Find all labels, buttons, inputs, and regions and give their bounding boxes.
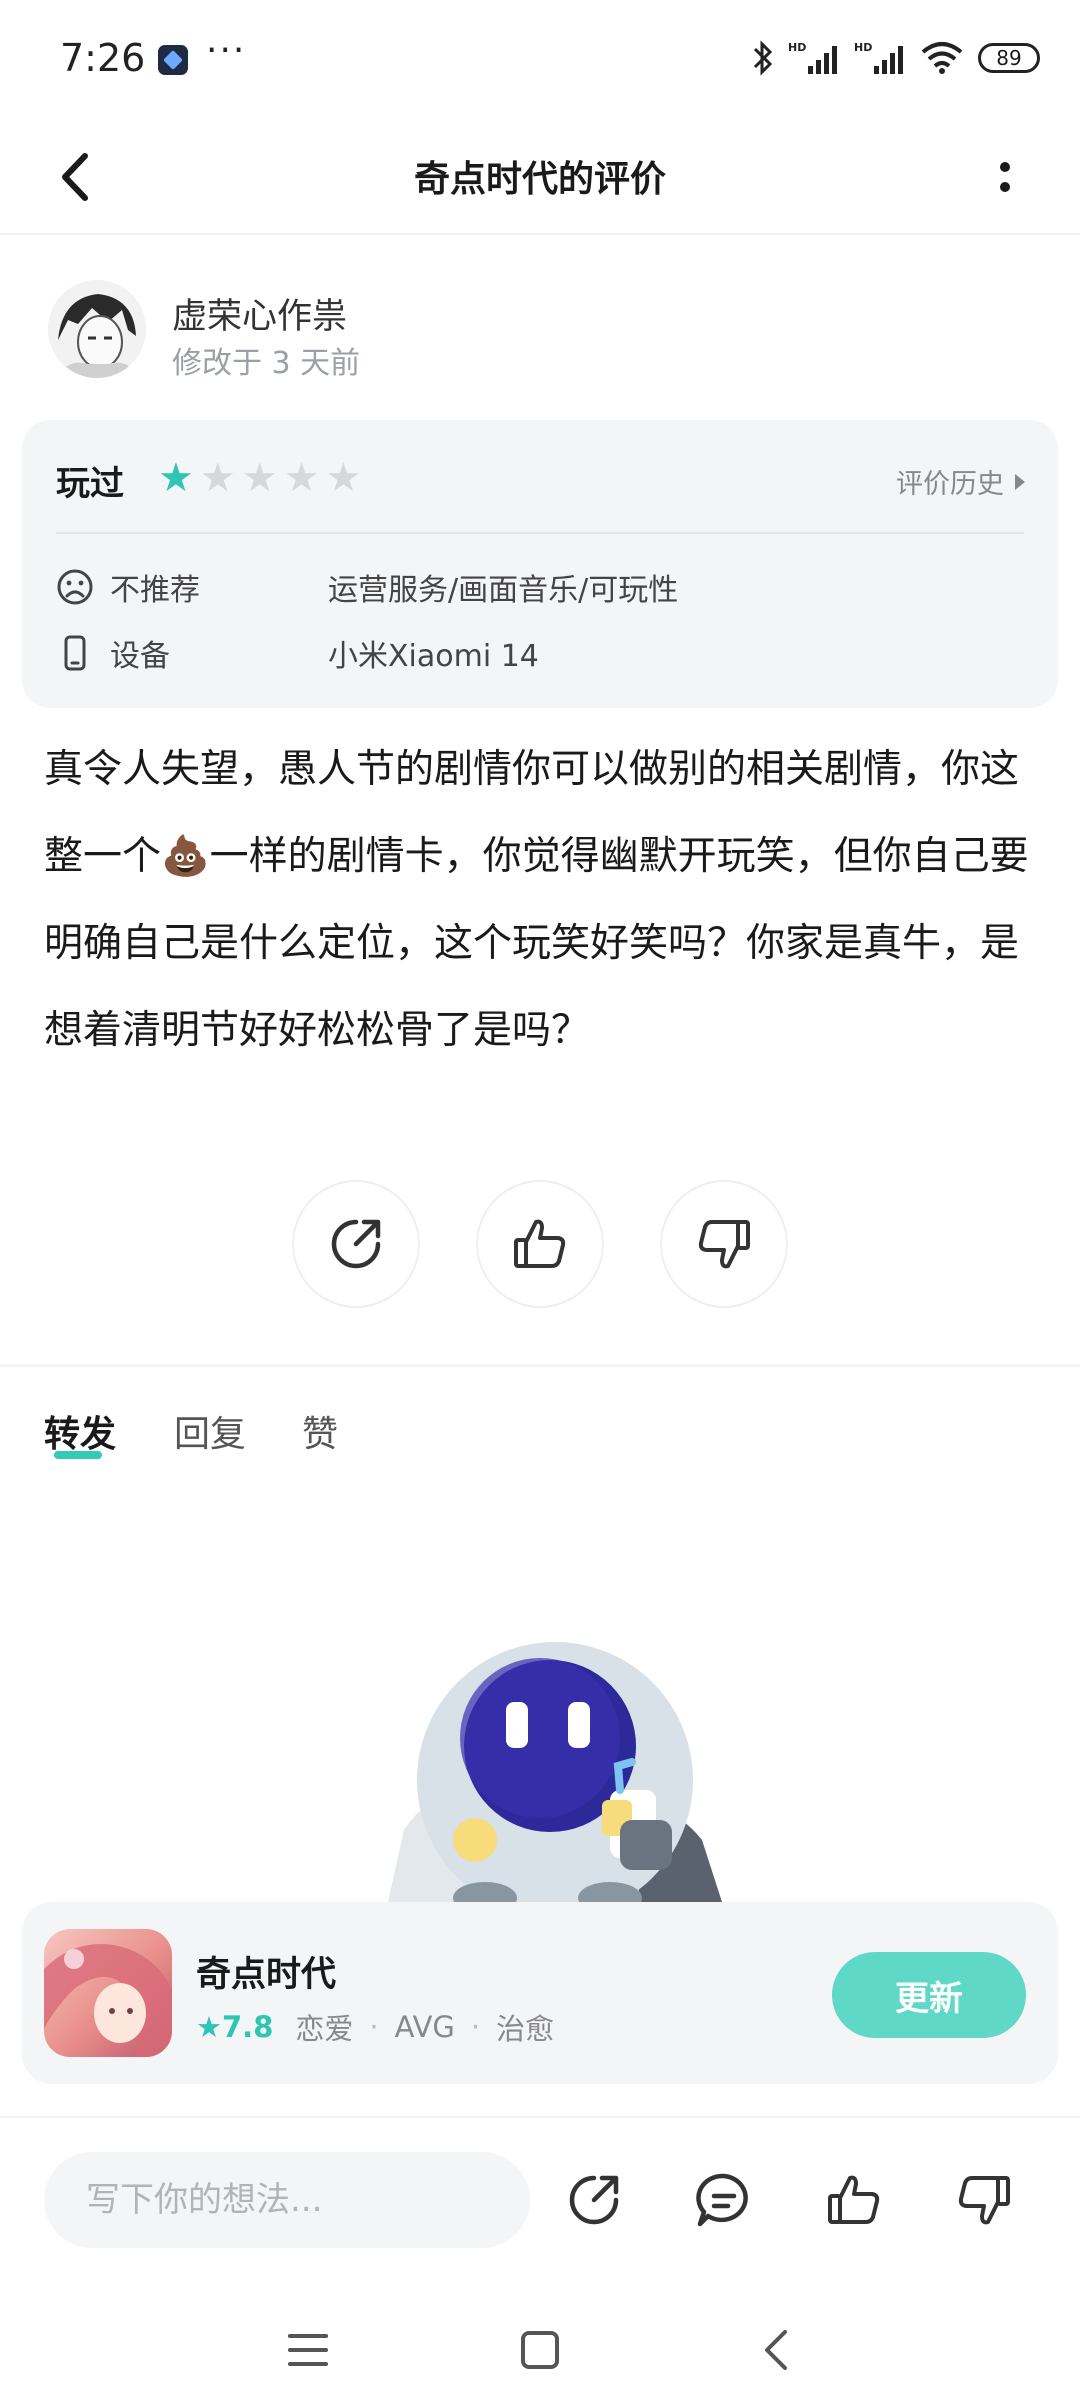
- recommend-label: 不推荐: [110, 573, 200, 608]
- phone-icon: [64, 635, 86, 671]
- star-icon: ★: [241, 455, 278, 501]
- avatar[interactable]: [48, 280, 146, 378]
- wifi-icon: [921, 42, 963, 74]
- thumbs-down-icon: [958, 2176, 1010, 2225]
- played-label: 玩过: [56, 464, 124, 504]
- edited-time: 修改于 3 天前: [172, 346, 361, 381]
- tab-indicator: [54, 1451, 102, 1459]
- app-icon[interactable]: [44, 1929, 172, 2057]
- battery-level: 89: [996, 46, 1022, 70]
- star-icon: ★: [196, 2010, 222, 2044]
- bluetooth-icon: [753, 40, 773, 76]
- more-options-button[interactable]: [970, 142, 1040, 212]
- device-value: 小米Xiaomi 14: [328, 639, 539, 674]
- update-button[interactable]: 更新: [832, 1952, 1026, 2038]
- app-tag: 恋爱: [295, 2012, 354, 2046]
- battery-icon: 89: [978, 43, 1040, 73]
- star-rating: ★ ★ ★ ★ ★: [158, 458, 361, 498]
- star-icon: ★: [283, 455, 320, 501]
- more-vertical-icon: [1000, 162, 1010, 192]
- divider: [56, 532, 1024, 534]
- separator-dot: ·: [470, 2010, 481, 2044]
- thumbs-down-icon: [698, 1220, 750, 1269]
- app-score: ★7.8: [196, 2010, 273, 2044]
- comment-icon: [696, 2173, 748, 2227]
- sad-face-icon: [57, 569, 93, 605]
- dislike-button[interactable]: [660, 1180, 788, 1308]
- thumbs-up-icon: [828, 2175, 880, 2224]
- star-icon: ★: [325, 455, 362, 501]
- page-title: 奇点时代的评价: [413, 159, 666, 200]
- star-icon: ★: [158, 455, 194, 501]
- app-tag: AVG: [394, 2010, 455, 2044]
- empty-state-mascot: [370, 1640, 740, 1902]
- system-back-button[interactable]: [736, 2310, 816, 2390]
- separator-dot: ·: [369, 2010, 379, 2044]
- signal-hd-icon: HD: [788, 41, 837, 74]
- bottom-dislike-button[interactable]: [944, 2160, 1024, 2240]
- app-tag: 治愈: [496, 2012, 555, 2046]
- app-name[interactable]: 奇点时代: [196, 1946, 336, 1997]
- recommend-reasons: 运营服务/画面音乐/可玩性: [328, 573, 679, 608]
- menu-icon: [288, 2334, 328, 2366]
- square-icon: [521, 2331, 559, 2369]
- svg-text:HD: HD: [788, 41, 806, 54]
- signal-hd-icon: HD: [854, 41, 903, 74]
- review-actions: [0, 1180, 1080, 1310]
- device-row: 设备 小米Xiaomi 14: [56, 630, 539, 676]
- system-nav-bar: [0, 2290, 1080, 2390]
- tab-like[interactable]: 赞: [302, 1405, 338, 1457]
- star-icon: ★: [199, 455, 236, 501]
- share-icon: [569, 2175, 619, 2225]
- poop-emoji: 💩: [161, 834, 210, 879]
- comment-input[interactable]: [44, 2152, 530, 2248]
- share-icon: [331, 1219, 381, 1269]
- app-card[interactable]: 奇点时代 ★7.8 恋爱 · AVG · 治愈 更新: [22, 1902, 1058, 2084]
- author-name[interactable]: 虚荣心作祟: [172, 288, 347, 339]
- status-bar: 7:26 ··· HD HD 89: [0, 0, 1080, 120]
- tab-repost[interactable]: 转发: [44, 1405, 117, 1459]
- status-time: 7:26: [60, 36, 146, 80]
- like-button[interactable]: [476, 1180, 604, 1308]
- recommend-row: 不推荐 运营服务/画面音乐/可玩性: [56, 564, 678, 610]
- bottom-like-button[interactable]: [814, 2160, 894, 2240]
- bottom-comment-button[interactable]: [684, 2160, 764, 2240]
- chevron-left-icon: [765, 2330, 787, 2370]
- share-button[interactable]: [292, 1180, 420, 1308]
- rating-card: 玩过 ★ ★ ★ ★ ★ 评价历史 不推荐 运营服务/画面音乐/可玩性 设备 小…: [22, 420, 1058, 708]
- rating-history-link[interactable]: 评价历史: [896, 462, 1026, 501]
- svg-text:HD: HD: [854, 41, 872, 54]
- home-button[interactable]: [500, 2310, 580, 2390]
- app-score-value: 7.8: [222, 2010, 274, 2044]
- section-divider: [0, 1364, 1080, 1367]
- status-icons: HD HD 89: [752, 36, 1040, 80]
- tab-like-label: 赞: [302, 1414, 339, 1455]
- device-label: 设备: [110, 639, 170, 674]
- thumbs-up-icon: [514, 1219, 566, 1268]
- status-more-dots: ···: [206, 30, 247, 71]
- bottom-action-bar: [0, 2116, 1080, 2276]
- bottom-share-button[interactable]: [554, 2160, 634, 2240]
- telegram-icon: [158, 45, 188, 75]
- tab-reply-label: 回复: [174, 1414, 247, 1455]
- rating-history-label: 评价历史: [896, 469, 1004, 500]
- caret-right-icon: [1015, 473, 1025, 490]
- recent-apps-button[interactable]: [268, 2310, 348, 2390]
- app-meta: ★7.8 恋爱 · AVG · 治愈: [196, 2006, 554, 2048]
- tab-reply[interactable]: 回复: [174, 1405, 246, 1457]
- review-text: 真令人失望，愚人节的剧情你可以做别的相关剧情，你这整一个💩一样的剧情卡，你觉得幽…: [44, 726, 1040, 1074]
- top-header: 奇点时代的评价: [0, 120, 1080, 235]
- tab-repost-label: 转发: [44, 1414, 117, 1455]
